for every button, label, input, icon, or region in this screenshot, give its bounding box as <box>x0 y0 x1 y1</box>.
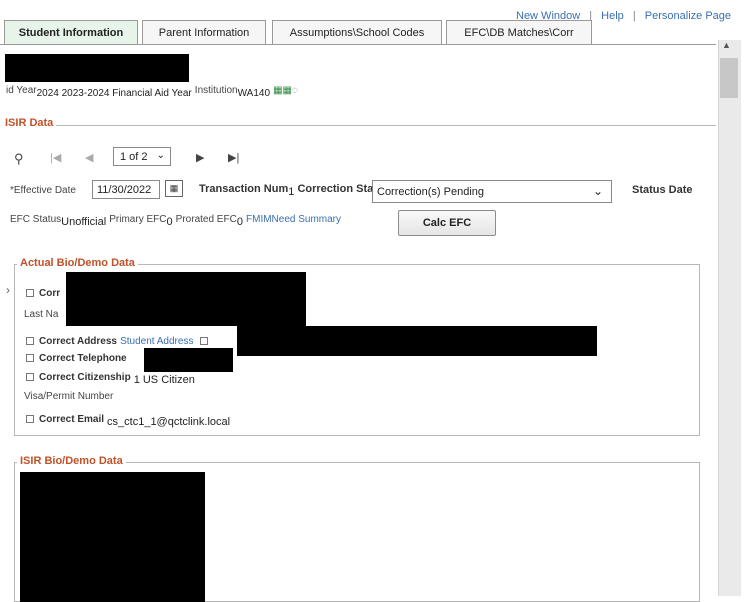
redacted-student-name <box>5 54 189 82</box>
effective-date-text: *Effective Date <box>10 185 76 196</box>
correct-address-checkbox[interactable] <box>26 337 34 346</box>
address-option-checkbox[interactable] <box>199 337 208 346</box>
efc-row: EFC StatusUnofficial Primary EFC0 Prorat… <box>10 213 341 228</box>
transaction-num: Transaction Num1 Correction Status <box>199 183 390 198</box>
institution-label: Institution <box>194 85 238 96</box>
chevron-down-icon: ⌄ <box>156 150 165 161</box>
student-address-link[interactable]: Student Address <box>120 336 193 347</box>
primary-efc-label: Primary EFC <box>109 214 167 225</box>
vertical-scrollbar[interactable] <box>718 40 741 596</box>
search-icon[interactable]: ⚲ <box>14 151 24 167</box>
tab-parent-information[interactable]: Parent Information <box>142 20 266 44</box>
last-name-row: Last Na <box>24 308 58 320</box>
transaction-label: Transaction Num <box>199 183 289 195</box>
prorated-efc-value: 0 <box>236 216 243 228</box>
correct-citizenship-label: Correct Citizenship <box>39 372 131 383</box>
redacted-name-block <box>66 272 306 326</box>
correct-email-row: Correct Email cs_ctc1_1@qctclink.local <box>26 413 230 428</box>
correct-telephone-row: Correct Telephone <box>26 352 127 364</box>
calc-efc-button[interactable]: Calc EFC <box>398 210 496 236</box>
redacted-isir-bio <box>20 472 205 602</box>
citizenship-value: 1 US Citizen <box>133 374 195 386</box>
previous-page-icon[interactable]: ◀ <box>85 151 93 164</box>
correct-name-checkbox[interactable] <box>26 289 34 298</box>
status-date-label: Status Date <box>632 184 693 196</box>
effective-date-label: *Effective Date <box>10 184 76 196</box>
help-link[interactable]: Help <box>601 10 624 22</box>
tab-label: Parent Information <box>158 26 250 39</box>
correct-name-label: Corr <box>39 288 61 299</box>
pager-select[interactable]: 1 of 2 ⌄ <box>113 147 171 166</box>
institution-value: WA140 <box>237 88 271 99</box>
email-value: cs_ctc1_1@qctclink.local <box>107 416 231 428</box>
prorated-efc-label: Prorated EFC <box>175 214 237 225</box>
correction-status-value: Correction(s) Pending <box>377 186 484 198</box>
actual-bio-title: Actual Bio/Demo Data <box>17 257 138 269</box>
actual-bio-title-text: Actual Bio/Demo Data <box>17 257 138 269</box>
transaction-value: 1 <box>288 186 295 198</box>
effective-date-field[interactable]: 11/30/2022 <box>92 180 160 199</box>
first-page-icon[interactable]: |◀ <box>50 151 61 164</box>
fm-need-summary-link[interactable]: FMIMNeed Summary <box>246 214 341 225</box>
correct-email-checkbox[interactable] <box>26 415 34 424</box>
last-name-label: Last Na <box>24 309 59 320</box>
pager-value: 1 of 2 <box>120 151 148 163</box>
tab-label: Assumptions\School Codes <box>289 26 425 39</box>
correction-status-select[interactable]: Correction(s) Pending ⌄ <box>372 180 612 203</box>
correct-telephone-checkbox[interactable] <box>26 354 34 363</box>
visa-label: Visa/Permit Number <box>24 391 114 402</box>
isir-section-border <box>4 125 716 126</box>
tab-assumptions-school-codes[interactable]: Assumptions\School Codes <box>272 20 442 44</box>
scrollbar-thumb[interactable] <box>720 58 738 98</box>
calendar-icon[interactable]: ▦ <box>165 180 183 197</box>
correct-name-row: Corr <box>26 287 60 299</box>
isir-section-title: ISIR Data <box>2 117 57 129</box>
last-page-icon[interactable]: ▶| <box>228 151 239 164</box>
tab-divider <box>0 44 716 45</box>
aid-year-value: 2024 2023-2024 Financial Aid Year <box>36 88 192 99</box>
chevron-down-icon: ⌄ <box>592 184 603 198</box>
correct-telephone-label: Correct Telephone <box>39 353 127 364</box>
isir-bio-title-text: ISIR Bio/Demo Data <box>17 455 126 467</box>
tab-efc-db-matches[interactable]: EFC\DB Matches\Corr <box>446 20 592 44</box>
correct-address-label: Correct Address <box>39 336 117 347</box>
correct-email-label: Correct Email <box>39 414 105 425</box>
tab-label: Student Information <box>18 27 124 39</box>
personalize-page-link[interactable]: Personalize Page <box>645 10 731 22</box>
isir-bio-title: ISIR Bio/Demo Data <box>17 455 126 467</box>
correct-citizenship-checkbox[interactable] <box>26 373 34 382</box>
chevron-left-icon[interactable]: › <box>6 283 10 297</box>
calc-efc-label: Calc EFC <box>422 217 472 229</box>
link-separator: | <box>632 10 636 22</box>
efc-status-value: Unofficial <box>61 216 107 228</box>
visa-row: Visa/Permit Number <box>24 390 113 402</box>
comment-icon[interactable]: ◌ <box>292 85 298 96</box>
tab-label: EFC\DB Matches\Corr <box>464 26 574 39</box>
correct-address-row: Correct Address Student Address <box>26 335 213 347</box>
effective-date-value: 11/30/2022 <box>97 184 152 196</box>
aid-year-label: id Year <box>6 85 37 96</box>
efc-status-label: EFC Status <box>10 214 62 225</box>
redacted-telephone <box>144 348 233 372</box>
tab-student-information[interactable]: Student Information <box>4 20 138 45</box>
grid-icon[interactable]: ▦▦ <box>273 85 292 96</box>
primary-efc-value: 0 <box>166 216 173 228</box>
isir-title: ISIR Data <box>2 117 57 129</box>
aid-year-row: id Year2024 2023-2024 Financial Aid Year… <box>6 84 298 99</box>
redacted-address <box>237 326 597 356</box>
correct-citizenship-row: Correct Citizenship 1 US Citizen <box>26 371 195 386</box>
status-date-text: Status Date <box>632 184 693 196</box>
scroll-up-icon[interactable]: ▲ <box>722 40 731 50</box>
next-page-icon[interactable]: ▶ <box>196 151 204 164</box>
